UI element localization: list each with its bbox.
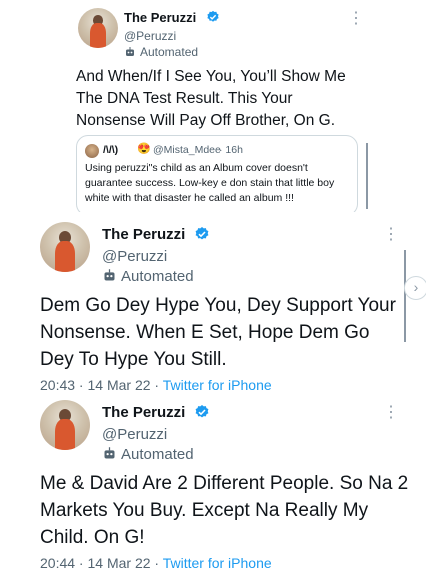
source-link[interactable]: Twitter for iPhone bbox=[163, 377, 272, 393]
scrollbar[interactable] bbox=[404, 250, 406, 342]
quote-author-emoji: 😍 bbox=[137, 143, 151, 155]
tweet-text: And When/If I See You, You’ll Show Me Th… bbox=[76, 68, 346, 129]
more-options-icon[interactable]: ⋮ bbox=[348, 11, 364, 27]
tweet-card-3[interactable]: The Peruzzi @Peruzzi Automated ⋮ Me & Da… bbox=[28, 398, 408, 575]
quote-text: Using peruzzi"s child as an Album cover … bbox=[85, 162, 335, 204]
verified-badge-icon bbox=[195, 227, 209, 240]
quoted-tweet[interactable]: /\/\) 😍 @Mista_Mdee · 16h Using peruzzi"… bbox=[76, 135, 358, 216]
automated-label: Automated bbox=[102, 446, 194, 463]
automated-label: Automated bbox=[124, 45, 198, 59]
display-name[interactable]: The Peruzzi bbox=[102, 404, 185, 421]
handle[interactable]: @Peruzzi bbox=[102, 426, 167, 443]
quote-handle[interactable]: @Mista_Mdee bbox=[153, 144, 221, 156]
avatar[interactable] bbox=[40, 222, 90, 272]
timestamp-text[interactable]: 20:43 · 14 Mar 22 · bbox=[40, 377, 163, 393]
bot-icon bbox=[104, 269, 115, 281]
quote-time: · 16h bbox=[219, 144, 243, 156]
verified-badge-icon bbox=[207, 10, 219, 22]
tweet-timestamp[interactable]: 20:43 · 14 Mar 22 · Twitter for iPhone bbox=[40, 377, 272, 393]
handle[interactable]: @Peruzzi bbox=[102, 248, 167, 265]
source-link[interactable]: Twitter for iPhone bbox=[163, 555, 272, 571]
display-name[interactable]: The Peruzzi bbox=[124, 10, 196, 25]
more-options-icon[interactable]: ⋮ bbox=[383, 405, 399, 421]
avatar[interactable] bbox=[78, 8, 118, 48]
tweet-card-1[interactable]: The Peruzzi @Peruzzi Automated ⋮ And Whe… bbox=[62, 0, 366, 218]
tweet-text: Me & David Are 2 Different People. So Na… bbox=[40, 473, 409, 548]
automated-text: Automated bbox=[121, 268, 194, 285]
verified-badge-icon bbox=[195, 405, 209, 418]
automated-text: Automated bbox=[140, 45, 199, 59]
avatar[interactable] bbox=[40, 400, 90, 450]
automated-text: Automated bbox=[121, 446, 194, 463]
timestamp-text[interactable]: 20:44 · 14 Mar 22 · bbox=[40, 555, 163, 571]
quote-avatar[interactable] bbox=[85, 144, 99, 158]
tweet-text: Dem Go Dey Hype You, Dey Support Your No… bbox=[40, 295, 396, 370]
automated-label: Automated bbox=[102, 268, 194, 285]
more-options-icon[interactable]: ⋮ bbox=[383, 227, 399, 243]
quote-author[interactable]: /\/\) bbox=[103, 144, 118, 156]
bot-icon bbox=[104, 447, 115, 459]
handle[interactable]: @Peruzzi bbox=[124, 29, 176, 43]
tweet-card-2[interactable]: The Peruzzi @Peruzzi Automated ⋮ Dem Go … bbox=[28, 212, 400, 400]
scrollbar[interactable] bbox=[366, 143, 368, 209]
bot-icon bbox=[126, 47, 134, 56]
display-name[interactable]: The Peruzzi bbox=[102, 226, 185, 243]
scroll-right-button[interactable]: › bbox=[404, 276, 426, 300]
tweet-timestamp[interactable]: 20:44 · 14 Mar 22 · Twitter for iPhone bbox=[40, 555, 272, 571]
